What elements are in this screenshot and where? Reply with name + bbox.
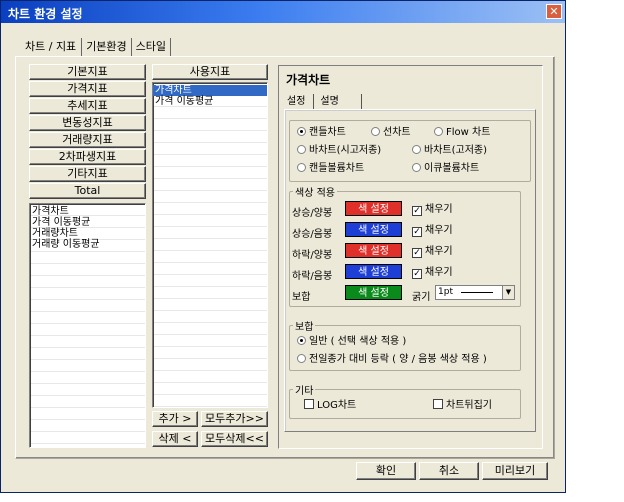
list-item[interactable]: 거래량 이동평균 [30, 239, 145, 250]
used-indicator-header[interactable]: 사용지표 [152, 64, 268, 80]
log-chart-checkbox[interactable]: LOG차트 [304, 399, 356, 412]
radio-off-icon [297, 354, 306, 363]
flat-color-button[interactable]: 색 설정 [345, 285, 402, 300]
tab-settings[interactable]: 설정 [285, 94, 315, 110]
thickness-label: 굵기 [412, 292, 431, 303]
used-list-item[interactable]: 가격 이동평균 [153, 96, 267, 107]
rise-bear-fill-checkbox[interactable]: ✓ 채우기 [412, 225, 453, 237]
chevron-down-icon: ▼ [502, 286, 514, 299]
color-group-label: 색상 적용 [293, 184, 337, 199]
fall-bear-color-button[interactable]: 색 설정 [345, 264, 402, 279]
radio-label: 바차트(시고저종) [309, 145, 382, 156]
used-list-item[interactable]: 가격차트 [153, 85, 267, 96]
radio-bar-hlc[interactable]: 바차트(고저종) [412, 145, 487, 157]
add-all-button[interactable]: 모두추가>> [201, 411, 268, 427]
category-trend-button[interactable]: 추세지표 [29, 98, 146, 114]
rise-bear-color-button[interactable]: 색 설정 [345, 222, 402, 237]
tab-basic-env[interactable]: 기본환경 [82, 38, 132, 56]
check-icon: ✓ [412, 206, 422, 216]
radio-candle-volume[interactable]: 캔들볼륨차트 [297, 163, 364, 175]
radio-flow-chart[interactable]: Flow 차트 [434, 127, 490, 139]
radio-off-icon [371, 127, 380, 136]
checkbox-label: 채우기 [425, 204, 453, 215]
list-item[interactable]: 가격 이동평균 [30, 217, 145, 228]
radio-off-icon [434, 127, 443, 136]
line-sample-icon [461, 292, 493, 293]
radio-label: 전일종가 대비 등락 ( 양 / 음봉 색상 적용 ) [309, 354, 487, 365]
flat-group-label: 보합 [293, 318, 316, 333]
radio-on-icon [297, 127, 306, 136]
radio-flat-normal[interactable]: 일반 ( 선택 색상 적용 ) [297, 336, 406, 348]
tab-style[interactable]: 스타일 [132, 38, 172, 56]
fall-bear-fill-checkbox[interactable]: ✓ 채우기 [412, 267, 453, 279]
rise-bull-label: 상승/양봉 [292, 208, 333, 219]
radio-bar-ohlc[interactable]: 바차트(시고저종) [297, 145, 381, 157]
check-icon: ✓ [412, 227, 422, 237]
preview-button[interactable]: 미리보기 [482, 462, 548, 480]
tab-chart-indicator[interactable]: 차트 / 지표 [25, 38, 83, 56]
indicator-list[interactable]: 가격차트 가격 이동평균 거래량차트 거래량 이동평균 [29, 203, 146, 448]
radio-off-icon [297, 163, 306, 172]
thickness-value: 1pt [438, 287, 453, 297]
radio-label: 일반 ( 선택 색상 적용 ) [309, 336, 407, 347]
check-icon: ✓ [412, 248, 422, 258]
checkbox-label: 채우기 [425, 225, 453, 236]
checkbox-empty-icon [433, 399, 443, 409]
fall-bull-fill-checkbox[interactable]: ✓ 채우기 [412, 246, 453, 258]
rise-bull-color-button[interactable]: 색 설정 [345, 201, 402, 216]
radio-label: 바차트(고저종) [424, 145, 488, 156]
checkbox-empty-icon [304, 399, 314, 409]
sub-tabs: 설정 설명 [285, 94, 362, 110]
radio-label: 이큐볼륨차트 [424, 163, 480, 174]
delete-all-button[interactable]: 모두삭제<< [201, 431, 268, 447]
category-volume-button[interactable]: 거래량지표 [29, 132, 146, 148]
cancel-button[interactable]: 취소 [419, 462, 479, 480]
rise-bull-fill-checkbox[interactable]: ✓ 채우기 [412, 204, 453, 216]
dialog-title: 차트 환경 설정 [8, 7, 83, 21]
title-bar: 차트 환경 설정 [1, 1, 565, 23]
checkbox-label: 채우기 [425, 267, 453, 278]
fall-bear-label: 하락/음봉 [292, 271, 333, 282]
checkbox-label: 채우기 [425, 246, 453, 257]
radio-line-chart[interactable]: 선차트 [371, 127, 411, 139]
radio-equi-volume[interactable]: 이큐볼륨차트 [412, 163, 479, 175]
thickness-select[interactable]: 1pt ▼ [435, 285, 515, 300]
radio-off-icon [412, 145, 421, 154]
panel-title: 가격차트 [286, 73, 331, 87]
radio-off-icon [297, 145, 306, 154]
settings-dialog: 차트 환경 설정 ✕ 차트 / 지표 기본환경 스타일 기본지표 가격지표 추세… [0, 0, 566, 493]
list-item[interactable]: 가격차트 [30, 206, 145, 217]
ok-button[interactable]: 확인 [356, 462, 416, 480]
radio-flat-prev-close[interactable]: 전일종가 대비 등락 ( 양 / 음봉 색상 적용 ) [297, 354, 487, 366]
check-icon: ✓ [412, 269, 422, 279]
rise-bear-label: 상승/음봉 [292, 229, 333, 240]
radio-label: 캔들볼륨차트 [309, 163, 365, 174]
invert-chart-checkbox[interactable]: 차트뒤집기 [433, 399, 492, 412]
delete-button[interactable]: 삭제 < [152, 431, 198, 447]
radio-label: 선차트 [383, 127, 411, 138]
list-item[interactable]: 거래량차트 [30, 228, 145, 239]
category-etc-button[interactable]: 기타지표 [29, 166, 146, 182]
tab-description[interactable]: 설명 [314, 94, 362, 110]
close-icon[interactable]: ✕ [546, 4, 562, 19]
radio-label: 캔들차트 [309, 127, 346, 138]
category-derivative-button[interactable]: 2차파생지표 [29, 149, 146, 165]
category-basic-button[interactable]: 기본지표 [29, 64, 146, 80]
category-volatility-button[interactable]: 변동성지표 [29, 115, 146, 131]
radio-candle-chart[interactable]: 캔들차트 [297, 127, 346, 139]
add-button[interactable]: 추가 > [152, 411, 198, 427]
main-tabs: 차트 / 지표 기본환경 스타일 [25, 38, 172, 56]
radio-off-icon [412, 163, 421, 172]
radio-on-icon [297, 336, 306, 345]
checkbox-label: 차트뒤집기 [446, 400, 492, 411]
fall-bull-label: 하락/양봉 [292, 250, 333, 261]
category-price-button[interactable]: 가격지표 [29, 81, 146, 97]
used-indicator-list[interactable]: 가격차트 가격 이동평균 [152, 82, 268, 408]
flat-label: 보합 [292, 292, 311, 303]
etc-group-label: 기타 [293, 382, 316, 397]
fall-bull-color-button[interactable]: 색 설정 [345, 243, 402, 258]
category-total-button[interactable]: Total [29, 183, 146, 199]
radio-label: Flow 차트 [446, 127, 491, 138]
checkbox-label: LOG차트 [317, 400, 357, 411]
